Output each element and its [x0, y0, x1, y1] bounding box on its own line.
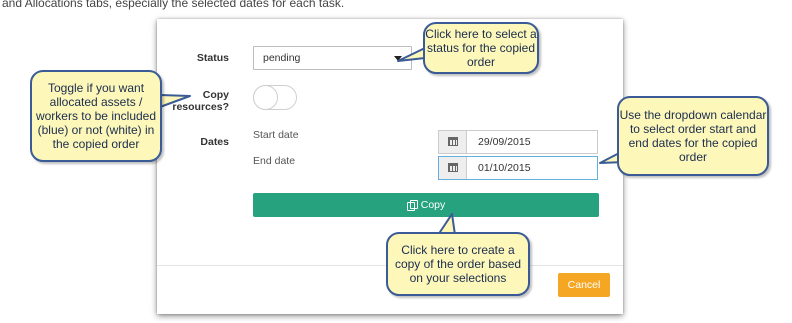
- status-label: Status: [196, 52, 229, 64]
- calendar-icon: [448, 137, 458, 146]
- copy-resources-label-line1: Copy: [202, 89, 229, 101]
- end-date-value: 01/10/2015: [478, 162, 531, 174]
- status-value: pending: [263, 52, 301, 64]
- cancel-button-label: Cancel: [567, 279, 601, 291]
- start-date-picker-button[interactable]: [439, 131, 467, 153]
- copy-icon: [406, 200, 418, 211]
- end-date-field[interactable]: 01/10/2015: [438, 156, 598, 180]
- chevron-down-icon: [394, 56, 402, 61]
- end-date-label: End date: [253, 155, 296, 167]
- start-date-label: Start date: [253, 129, 299, 141]
- toggle-knob: [253, 85, 278, 110]
- start-date-field[interactable]: 29/09/2015: [438, 130, 598, 154]
- intro-text: and Allocations tabs, especially the sel…: [2, 0, 345, 10]
- copy-button[interactable]: Copy: [253, 193, 599, 217]
- status-callout: Click here to select a status for the co…: [423, 22, 539, 74]
- cancel-button[interactable]: Cancel: [558, 273, 610, 297]
- toggle-callout: Toggle if you want allocated assets / wo…: [30, 70, 162, 162]
- start-date-value: 29/09/2015: [478, 136, 531, 148]
- copy-resources-label-line2: resources?: [172, 101, 229, 113]
- end-date-picker-button[interactable]: [439, 157, 467, 179]
- dates-callout: Use the dropdown calendar to select orde…: [617, 96, 769, 176]
- copy-resources-label: Copy resources?: [167, 89, 229, 113]
- dates-label: Dates: [200, 136, 229, 148]
- calendar-icon: [448, 163, 458, 172]
- copy-resources-toggle[interactable]: [253, 85, 297, 110]
- copy-callout: Click here to create a copy of the order…: [386, 232, 530, 296]
- copy-button-label: Copy: [420, 199, 446, 211]
- status-select[interactable]: pending: [253, 46, 412, 70]
